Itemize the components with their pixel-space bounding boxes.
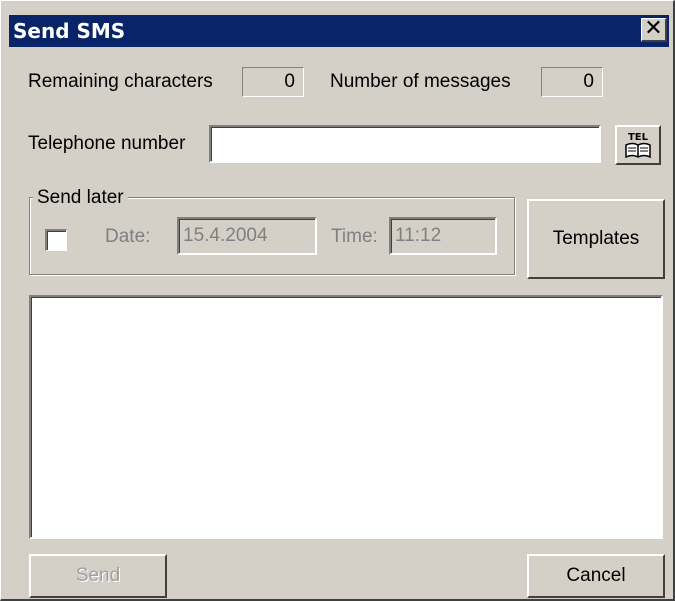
date-input[interactable] <box>177 217 317 255</box>
send-later-legend: Send later <box>33 187 128 209</box>
send-sms-dialog: Send SMS ✕ Remaining characters 0 Number… <box>0 0 675 601</box>
close-button[interactable]: ✕ <box>641 18 667 42</box>
phonebook-icon-text: TEL <box>628 132 649 143</box>
phonebook-button[interactable]: TEL <box>615 125 661 165</box>
phonebook-icon: TEL <box>625 132 651 159</box>
number-of-messages-value: 0 <box>541 67 603 97</box>
telephone-number-label: Telephone number <box>28 133 186 154</box>
remaining-characters-value: 0 <box>242 67 304 97</box>
send-later-checkbox[interactable] <box>45 229 67 251</box>
time-label: Time: <box>331 226 378 247</box>
telephone-number-input[interactable] <box>209 125 601 163</box>
window-title: Send SMS <box>13 19 126 43</box>
send-button[interactable]: Send <box>29 554 167 598</box>
title-bar: Send SMS ✕ <box>9 15 669 47</box>
close-icon: ✕ <box>644 16 663 41</box>
number-of-messages-label: Number of messages <box>330 71 511 92</box>
date-label: Date: <box>105 226 151 247</box>
templates-button[interactable]: Templates <box>527 199 665 279</box>
remaining-characters-label: Remaining characters <box>28 71 213 92</box>
message-textarea[interactable] <box>29 295 663 539</box>
time-input[interactable] <box>389 217 497 255</box>
cancel-button[interactable]: Cancel <box>527 554 665 598</box>
